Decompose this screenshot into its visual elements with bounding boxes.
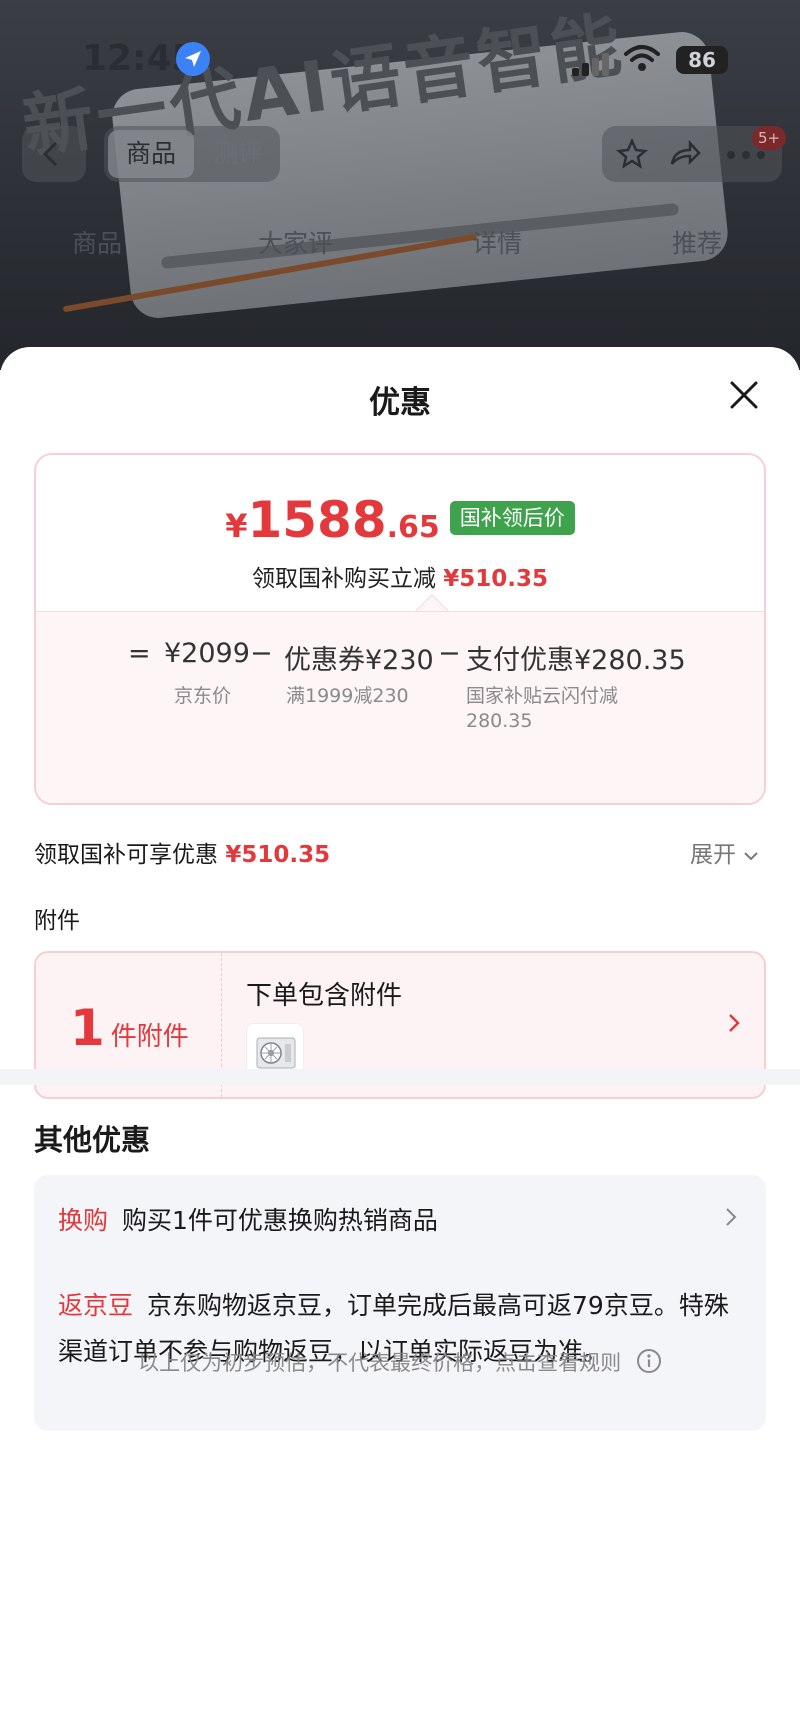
chevron-down-icon [744, 852, 759, 861]
background-product-page: 新一代AI语音智能 12:45 86 商品 测评 5+ 商品 大家评 详情 推荐 [0, 0, 800, 370]
section-tab-details[interactable]: 详情 [472, 224, 522, 260]
formula-minus-1: − [250, 638, 273, 669]
share-icon[interactable] [668, 138, 702, 170]
chevron-right-icon [726, 1208, 737, 1226]
pay-note-line-1: 国家补贴云闪付减 [466, 685, 619, 707]
formula-jd-price: ¥2099 [164, 638, 250, 669]
status-bar: 12:45 86 [0, 30, 800, 90]
jd-price-note: 京东价 [174, 685, 232, 707]
star-icon[interactable] [616, 138, 648, 170]
section-tabs: 商品 大家评 详情 推荐 [0, 210, 800, 270]
attachment-title: 下单包含附件 [246, 981, 403, 1011]
discount-sheet: 优惠 ¥1588.65 国补领后价 领取国补购买立减 ¥510.35 = ¥209… [0, 347, 800, 1734]
section-tab-product[interactable]: 商品 [72, 224, 122, 260]
location-arrow-icon [176, 42, 210, 76]
price-subtitle-amount: ¥510.35 [443, 566, 549, 592]
info-icon[interactable] [636, 1348, 662, 1374]
product-review-switch[interactable]: 商品 测评 [104, 126, 280, 182]
cellular-signal-icon [572, 52, 612, 76]
more-icon[interactable] [726, 150, 766, 160]
expand-button[interactable]: 展开 [690, 835, 759, 869]
formula-equals: = [128, 638, 151, 669]
tab-product[interactable]: 商品 [108, 130, 194, 178]
tab-review[interactable]: 测评 [200, 130, 276, 178]
bean-tag: 返京豆 [58, 1291, 134, 1320]
back-button[interactable] [22, 126, 86, 182]
other-offers-title: 其他优惠 [34, 1123, 151, 1157]
chevron-right-icon [729, 1014, 740, 1032]
section-divider [0, 1069, 800, 1085]
rules-footnote[interactable]: 以上仅为初步预估，不代表最终价格，点击查看规则 [0, 1347, 800, 1377]
promo-amount: ¥510.35 [225, 842, 331, 868]
attachment-count: 1 件附件 [70, 999, 189, 1057]
subsidy-promo-row: 领取国补可享优惠 ¥510.35 [34, 835, 330, 869]
more-badge: 5+ [752, 126, 786, 150]
price-card: ¥1588.65 国补领后价 领取国补购买立减 ¥510.35 = ¥2099 −… [34, 453, 766, 805]
footnote-text: 以上仅为初步预估，不代表最终价格，点击查看规则 [138, 1351, 622, 1375]
swap-text: 购买1件可优惠换购热销商品 [122, 1206, 438, 1235]
price-currency: ¥ [225, 507, 248, 545]
price-subtitle-label: 领取国补购买立减 [251, 566, 436, 592]
close-button[interactable] [722, 373, 766, 417]
sheet-title: 优惠 [369, 385, 431, 421]
attachment-count-unit: 件附件 [110, 1022, 189, 1052]
battery-indicator: 86 [676, 46, 728, 74]
section-tab-reviews[interactable]: 大家评 [258, 224, 333, 260]
price-integer: 1588 [247, 491, 387, 549]
promo-label: 领取国补可享优惠 [34, 842, 218, 868]
attachments-label: 附件 [34, 908, 80, 934]
other-offers-card: 换购 购买1件可优惠换购热销商品 返京豆 京东购物返京豆，订单完成后最高可返79京豆… [34, 1175, 766, 1431]
wifi-icon [624, 44, 660, 76]
price-decimal: .65 [386, 510, 440, 545]
final-price: ¥1588.65 国补领后价 [36, 491, 764, 549]
final-price-section: ¥1588.65 国补领后价 领取国补购买立减 ¥510.35 [36, 455, 764, 611]
formula-pay-discount: 支付优惠¥280.35 [466, 645, 686, 676]
expand-label: 展开 [690, 842, 736, 868]
price-subtitle: 领取国补购买立减 ¥510.35 [36, 559, 764, 593]
formula-minus-2: − [438, 638, 461, 669]
price-formula: = ¥2099 − 优惠券¥230 − 支付优惠¥280.35 京东价 满199… [36, 611, 764, 803]
section-tab-recommend[interactable]: 推荐 [672, 224, 722, 260]
swap-tag: 换购 [58, 1206, 109, 1235]
swap-offer-row[interactable]: 换购 购买1件可优惠换购热销商品 [58, 1201, 438, 1237]
attachment-count-number: 1 [70, 999, 105, 1057]
pay-note-line-2: 280.35 [466, 710, 533, 732]
coupon-note: 满1999减230 [286, 685, 409, 707]
formula-coupon: 优惠券¥230 [284, 645, 434, 676]
subsidy-price-tag: 国补领后价 [449, 501, 575, 535]
close-icon [730, 381, 758, 409]
